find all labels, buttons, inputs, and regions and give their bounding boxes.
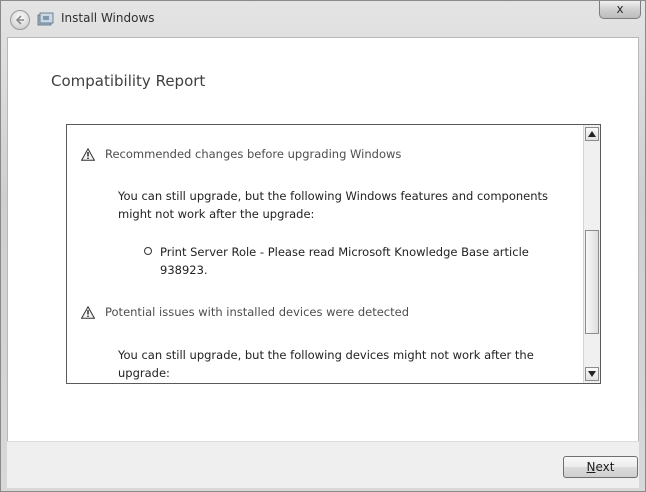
back-button[interactable] <box>10 10 30 30</box>
warning-icon <box>81 306 95 319</box>
compatibility-report-box: Recommended changes before upgrading Win… <box>66 124 601 384</box>
vertical-scrollbar[interactable] <box>583 125 600 383</box>
window-title: Install Windows <box>61 11 155 25</box>
section-paragraph: You can still upgrade, but the following… <box>118 187 573 223</box>
next-button[interactable]: Next <box>563 456 638 478</box>
scroll-down-button[interactable] <box>585 367 599 381</box>
close-icon: x <box>616 2 624 16</box>
scroll-down-arrow-icon <box>588 371 596 377</box>
paragraph-line: upgrade: <box>118 366 170 380</box>
next-button-label-rest: ext <box>595 460 615 474</box>
list-item-line: 938923. <box>160 263 208 277</box>
warning-icon <box>81 148 95 161</box>
footer-bar <box>7 441 639 488</box>
list-item-line: Print Server Role - Please read Microsof… <box>160 245 529 259</box>
scroll-up-arrow-icon <box>588 131 596 137</box>
section-heading-text: Recommended changes before upgrading Win… <box>105 147 402 161</box>
paragraph-line: You can still upgrade, but the following… <box>118 348 534 362</box>
windows-setup-icon <box>37 12 54 26</box>
paragraph-line: You can still upgrade, but the following… <box>118 189 549 203</box>
list-item-text: Print Server Role - Please read Microsof… <box>160 243 560 279</box>
scroll-up-button[interactable] <box>585 127 599 141</box>
close-button[interactable]: x <box>599 1 641 19</box>
scrollbar-thumb[interactable] <box>585 230 599 334</box>
title-bar: Install Windows x <box>1 1 645 37</box>
paragraph-line: might not work after the upgrade: <box>118 207 315 221</box>
next-button-mnemonic: N <box>586 460 596 474</box>
section-heading-text: Potential issues with installed devices … <box>105 305 410 319</box>
page-title: Compatibility Report <box>51 72 206 90</box>
back-arrow-icon <box>15 15 24 25</box>
section-paragraph: You can still upgrade, but the following… <box>118 346 573 382</box>
bullet-icon <box>144 247 152 255</box>
